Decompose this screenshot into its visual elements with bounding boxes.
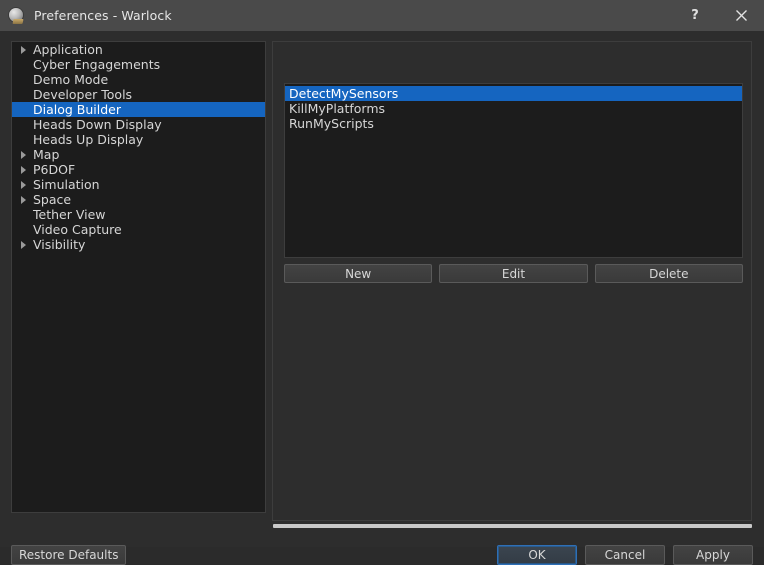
sidebar-item-label: P6DOF [33,162,76,177]
sidebar-item-label: Video Capture [33,222,122,237]
chevron-right-icon[interactable] [12,42,32,57]
help-button[interactable]: ? [672,0,718,31]
chevron-right-icon[interactable] [12,237,32,252]
preferences-window: Preferences - Warlock ? Application Cyber… [0,0,764,565]
sidebar-item-p6dof[interactable]: P6DOF [12,162,265,177]
window-title: Preferences - Warlock [34,8,172,23]
sidebar-item-dialog-builder[interactable]: Dialog Builder [12,102,265,117]
chevron-right-icon[interactable] [12,147,32,162]
sidebar-item-label: Visibility [33,237,86,252]
sidebar-item-label: Space [33,192,72,207]
sidebar-item-tether-view[interactable]: Tether View [12,207,265,222]
sidebar-item-label: Map [33,147,60,162]
dialog-footer: Restore Defaults OK Cancel Apply [0,512,764,565]
list-item[interactable]: DetectMySensors [285,86,742,101]
close-icon[interactable] [718,0,764,31]
sidebar-item-label: Cyber Engagements [33,57,161,72]
new-button[interactable]: New [284,264,433,283]
chevron-right-icon[interactable] [12,192,32,207]
chevron-right-icon[interactable] [12,177,32,192]
sidebar-item-label: Heads Down Display [33,117,162,132]
dialog-list[interactable]: DetectMySensors KillMyPlatforms RunMyScrip… [284,83,743,258]
sidebar-item-label: Tether View [33,207,106,222]
sidebar-item-cyber-engagements[interactable]: Cyber Engagements [12,57,265,72]
sidebar-item-video-capture[interactable]: Video Capture [12,222,265,237]
sidebar-item-visibility[interactable]: Visibility [12,237,265,252]
sidebar-item-demo-mode[interactable]: Demo Mode [12,72,265,87]
sidebar-item-label: Simulation [33,177,100,192]
sidebar-item-label: Heads Up Display [33,132,144,147]
chevron-right-icon[interactable] [12,162,32,177]
sidebar-item-developer-tools[interactable]: Developer Tools [12,87,265,102]
list-item[interactable]: RunMyScripts [285,116,742,131]
sidebar-item-application[interactable]: Application [12,42,265,57]
dialog-list-actions: New Edit Delete [284,264,743,283]
sidebar-item-map[interactable]: Map [12,147,265,162]
sidebar-item-simulation[interactable]: Simulation [12,177,265,192]
preferences-category-tree[interactable]: Application Cyber Engagements Demo Mode Dev… [11,41,266,513]
delete-button[interactable]: Delete [594,264,743,283]
sidebar-item-label: Developer Tools [33,87,133,102]
restore-defaults-button[interactable]: Restore Defaults [11,545,127,565]
sidebar-item-space[interactable]: Space [12,192,265,207]
title-bar: Preferences - Warlock ? [0,0,764,31]
apply-button[interactable]: Apply [673,545,753,565]
edit-button[interactable]: Edit [439,264,588,283]
sidebar-item-heads-down-display[interactable]: Heads Down Display [12,117,265,132]
ok-button[interactable]: OK [497,545,577,565]
sidebar-item-label: Application [33,42,103,57]
sidebar-item-heads-up-display[interactable]: Heads Up Display [12,132,265,147]
list-item[interactable]: KillMyPlatforms [285,101,742,116]
sidebar-item-label: Demo Mode [33,72,109,87]
dialog-builder-pane: DetectMySensors KillMyPlatforms RunMyScrip… [272,41,752,521]
window-content: Application Cyber Engagements Demo Mode Dev… [0,31,764,565]
footer-actions: OK Cancel Apply [497,545,753,565]
cancel-button[interactable]: Cancel [585,545,665,565]
sidebar-item-label: Dialog Builder [33,102,121,117]
sphere-icon [8,7,26,25]
